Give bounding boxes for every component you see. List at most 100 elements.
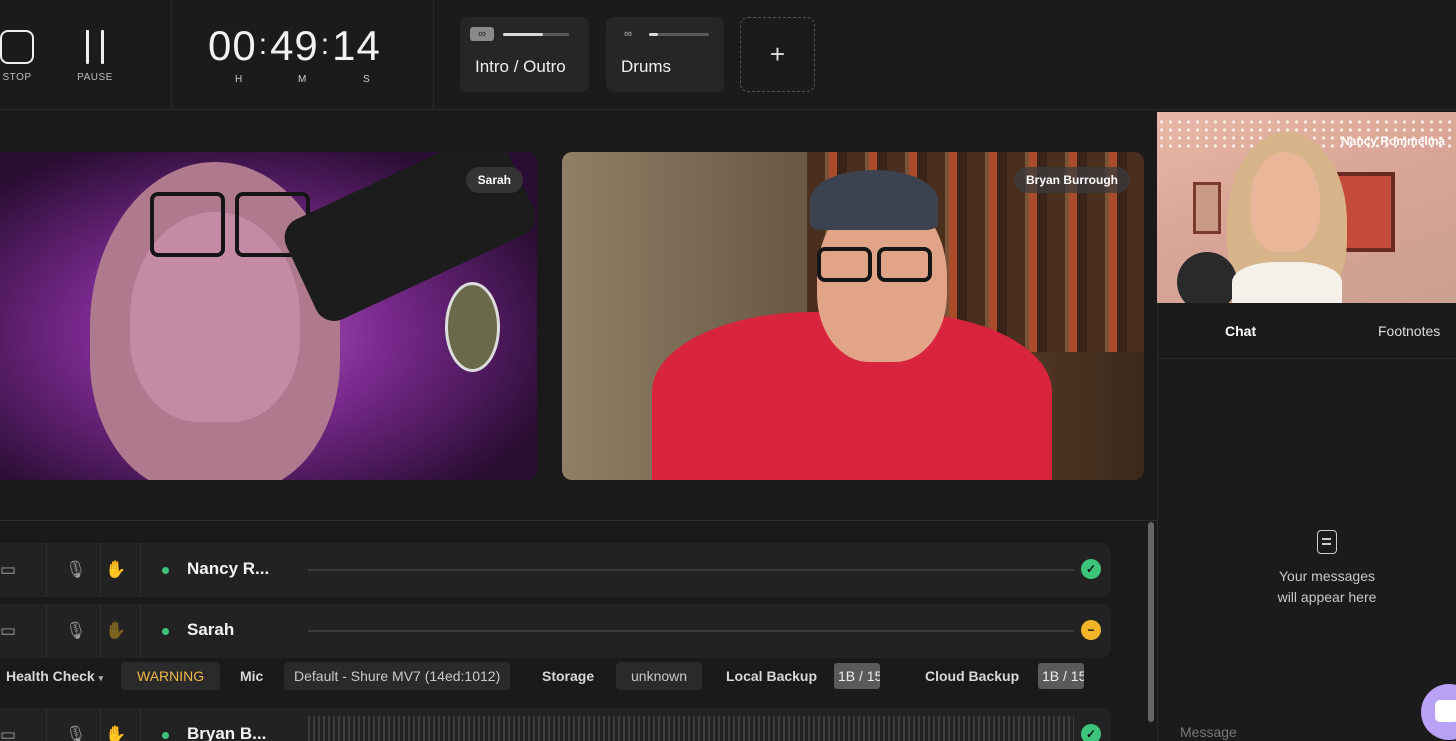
audio-waveform bbox=[308, 569, 1074, 571]
health-check-dropdown[interactable]: Health Check ▾ bbox=[6, 668, 103, 684]
chat-message-icon bbox=[1317, 530, 1337, 554]
participant-row: ▭ 🎙 ✋ Sarah − bbox=[0, 604, 1111, 658]
track-progress-fill bbox=[649, 33, 658, 36]
participant-row: ▭ 🎙 ✋ Bryan B... ✓ bbox=[0, 708, 1111, 741]
video-tile-bryan[interactable]: Bryan Burrough bbox=[562, 152, 1144, 480]
health-check-bar: Health Check ▾ WARNING Mic Default - Shu… bbox=[0, 662, 1100, 692]
mic-toggle[interactable]: 🎙 bbox=[47, 543, 101, 597]
camera-icon: ▭ bbox=[0, 560, 17, 579]
tab-chat[interactable]: Chat bbox=[1225, 323, 1256, 339]
cap-shape bbox=[810, 170, 938, 230]
participant-name: Nancy R... bbox=[187, 559, 270, 578]
participant-name: Bryan B... bbox=[187, 724, 267, 741]
mic-icon: 🎙 bbox=[65, 621, 87, 640]
track-progress-fill bbox=[503, 33, 543, 36]
glasses-shape bbox=[877, 247, 932, 282]
empty-text-line2: will appear here bbox=[1277, 589, 1377, 605]
online-indicator bbox=[162, 567, 169, 574]
tab-footnotes[interactable]: Footnotes bbox=[1378, 323, 1440, 339]
video-tile-nancy[interactable]: Nancy Rommelma bbox=[1157, 112, 1456, 303]
online-indicator bbox=[162, 732, 169, 739]
microphone-shape bbox=[1177, 252, 1237, 303]
chat-message-input[interactable]: Message bbox=[1180, 724, 1237, 740]
cloud-backup-label: Cloud Backup bbox=[925, 668, 1020, 684]
recording-studio: STOP PAUSE 00 : 49 : 14 H M S ∞ Intro / … bbox=[0, 0, 1456, 741]
timer-unit-minutes: M bbox=[298, 74, 307, 85]
timer-hours: 00 bbox=[208, 22, 257, 69]
mic-toggle[interactable]: 🎙 bbox=[47, 708, 101, 741]
participant-face bbox=[1250, 152, 1320, 252]
participant-row: ▭ 🎙 ✋ Nancy R... ✓ bbox=[0, 543, 1111, 597]
hand-icon: ✋ bbox=[105, 560, 127, 579]
chevron-down-icon: ▾ bbox=[98, 673, 104, 683]
storage-label: Storage bbox=[542, 668, 595, 684]
audio-waveform bbox=[308, 630, 1074, 632]
mic-icon: 🎙 bbox=[65, 725, 87, 741]
status-ok-icon: ✓ bbox=[1081, 724, 1101, 741]
hand-icon: ✋ bbox=[105, 725, 127, 741]
health-check-label: Health Check bbox=[6, 668, 95, 684]
glasses-shape bbox=[817, 247, 872, 282]
stop-label: STOP bbox=[2, 72, 32, 83]
track-name: Drums bbox=[621, 57, 672, 76]
add-track-button[interactable]: + bbox=[740, 17, 815, 92]
hand-icon: ✋ bbox=[105, 621, 127, 640]
track-name: Intro / Outro bbox=[475, 57, 566, 76]
local-backup-value: 1B / 15. bbox=[834, 663, 880, 689]
health-warning-badge: WARNING bbox=[121, 662, 221, 690]
video-name-tag: Sarah bbox=[465, 167, 523, 193]
cloud-backup-value: 1B / 15. bbox=[1038, 663, 1084, 689]
timer-colon: : bbox=[258, 28, 269, 61]
mic-label: Mic bbox=[240, 668, 264, 684]
toolbar-divider bbox=[171, 0, 172, 110]
hand-toggle[interactable]: ✋ bbox=[101, 604, 141, 658]
pause-button[interactable]: PAUSE bbox=[70, 30, 120, 83]
track-progress-bar bbox=[503, 33, 569, 36]
video-tile-sarah[interactable]: Sarah bbox=[0, 152, 537, 480]
mic-icon: 🎙 bbox=[65, 560, 87, 579]
top-toolbar: STOP PAUSE 00 : 49 : 14 H M S ∞ Intro / … bbox=[0, 0, 1456, 110]
shirt-shape bbox=[1232, 262, 1342, 303]
stop-icon bbox=[0, 30, 34, 64]
camera-toggle[interactable]: ▭ bbox=[0, 708, 47, 741]
mic-value: Default - Shure MV7 (14ed:1012) bbox=[284, 662, 511, 690]
toolbar-divider bbox=[433, 0, 434, 110]
pause-icon bbox=[82, 30, 108, 64]
timer-unit-seconds: S bbox=[363, 74, 370, 85]
mirror-shape bbox=[445, 282, 500, 372]
storage-value: unknown bbox=[616, 662, 703, 690]
track-progress-bar bbox=[649, 33, 709, 36]
camera-icon: ▭ bbox=[0, 621, 17, 640]
camera-toggle[interactable]: ▭ bbox=[0, 543, 47, 597]
timer-minutes: 49 bbox=[270, 22, 319, 69]
local-backup-label: Local Backup bbox=[726, 668, 818, 684]
timer-seconds: 14 bbox=[332, 22, 381, 69]
video-name-tag: Bryan Burrough bbox=[1013, 167, 1130, 193]
mic-toggle[interactable]: 🎙 bbox=[47, 604, 101, 658]
loop-icon: ∞ bbox=[624, 28, 632, 40]
status-ok-icon: ✓ bbox=[1081, 559, 1101, 579]
camera-icon: ▭ bbox=[0, 725, 17, 741]
soundboard-track-intro[interactable]: ∞ Intro / Outro bbox=[460, 17, 589, 92]
glasses-shape bbox=[150, 192, 225, 257]
empty-text-line1: Your messages bbox=[1279, 568, 1375, 584]
timer-colon: : bbox=[320, 28, 331, 61]
online-indicator bbox=[162, 628, 169, 635]
video-name-tag: Nancy Rommelma bbox=[1341, 134, 1446, 148]
stop-button[interactable]: STOP bbox=[0, 30, 42, 83]
timer-unit-hours: H bbox=[235, 74, 243, 85]
scrollbar[interactable] bbox=[1148, 522, 1154, 722]
soundboard-track-drums[interactable]: ∞ Drums bbox=[606, 17, 724, 92]
status-warning-icon: − bbox=[1081, 620, 1101, 640]
wall-frame bbox=[1193, 182, 1221, 234]
camera-toggle[interactable]: ▭ bbox=[0, 604, 47, 658]
hand-toggle[interactable]: ✋ bbox=[101, 708, 141, 741]
chat-bubble-icon bbox=[1435, 700, 1456, 722]
recording-timer: 00 : 49 : 14 H M S bbox=[208, 22, 393, 92]
pause-label: PAUSE bbox=[77, 72, 113, 83]
audio-waveform bbox=[308, 716, 1074, 741]
participant-name: Sarah bbox=[187, 620, 235, 639]
hand-toggle[interactable]: ✋ bbox=[101, 543, 141, 597]
sidebar-tabs: Chat Footnotes bbox=[1157, 303, 1456, 359]
chat-empty-state: Your messages will appear here bbox=[1157, 530, 1456, 608]
